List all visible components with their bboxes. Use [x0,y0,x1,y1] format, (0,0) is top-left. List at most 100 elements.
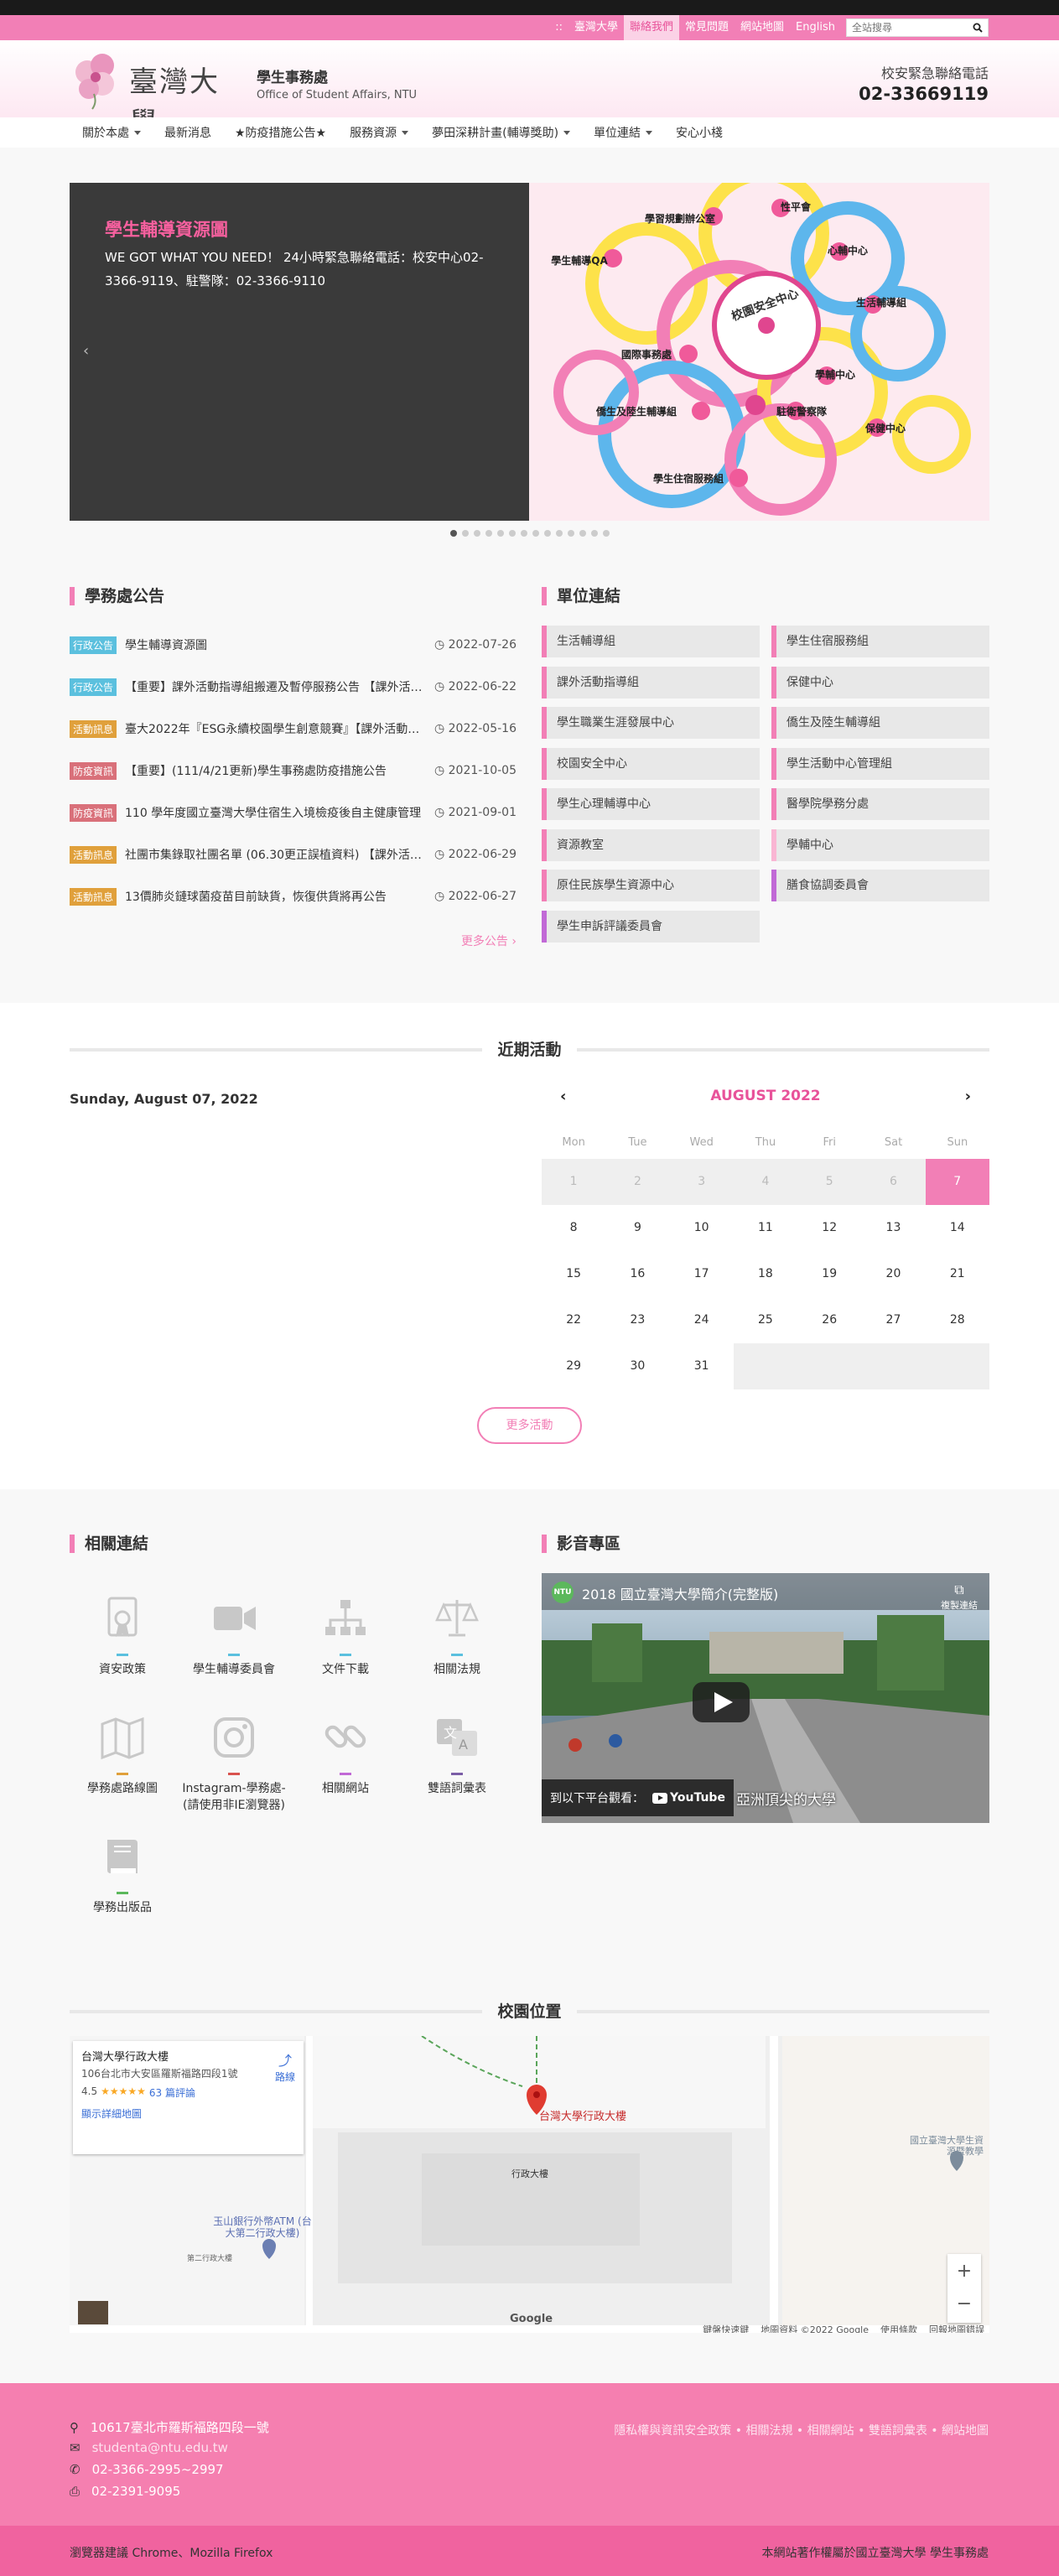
topbar-link-english[interactable]: English [790,15,841,40]
resource-node-label[interactable]: 學生輔導QA [551,254,608,267]
topbar-link-contact[interactable]: 聯絡我們 [624,15,680,40]
topbar-link-faq[interactable]: 常見問題 [679,15,735,40]
chevron-left-icon[interactable]: ‹ [83,342,89,360]
calendar-day[interactable]: 2 [605,1159,670,1205]
calendar-day[interactable]: 13 [861,1205,925,1251]
zoom-in-icon[interactable]: + [947,2254,981,2288]
calendar-day[interactable]: 19 [797,1251,861,1297]
directions-button[interactable]: ⤴ 路線 [275,2049,295,2084]
calendar-day[interactable]: 30 [605,1343,669,1389]
calendar-day[interactable]: 24 [670,1297,734,1343]
unit-link[interactable]: 原住民族學生資源中心 [542,870,760,901]
copy-link-button[interactable]: ⧉ 複製連結 [941,1581,978,1612]
announcement-title[interactable]: 【重要】(111/4/21更新)學生事務處防疫措施公告 [125,762,424,779]
nav-item-0[interactable]: 關於本處 [70,124,153,141]
resource-node-label[interactable]: 學習規劃辦公室 [645,212,715,225]
calendar-day[interactable]: 21 [926,1251,989,1297]
nav-item-1[interactable]: 最新消息 [153,124,223,141]
map-attribution-link[interactable]: 地圖資料 ©2022 Google [761,2323,869,2333]
carousel-dot[interactable] [508,530,516,537]
calendar-day[interactable]: 15 [542,1251,605,1297]
unit-link[interactable]: 資源教室 [542,828,760,861]
carousel-dot[interactable] [461,530,469,537]
related-link-item[interactable]: 學務出版品 [68,1831,177,1916]
calendar-day[interactable]: 8 [542,1205,605,1251]
calendar-day[interactable]: 25 [734,1297,797,1343]
footer-link[interactable]: 相關網站 [807,2424,854,2438]
calendar-day[interactable]: 12 [797,1205,861,1251]
announcement-row[interactable]: 活動訊息 臺大2022年『ESG永續校園學生創意競賽』【課外活動指導組】 ◷ 202… [70,708,517,750]
topbar-link-ntu[interactable]: 臺灣大學 [568,15,624,40]
calendar-day[interactable]: 9 [605,1205,669,1251]
emergency-number[interactable]: 02-33669119 [859,84,989,104]
unit-link[interactable]: 膳食協調委員會 [771,870,989,901]
calendar-day[interactable]: 6 [861,1159,926,1205]
unit-link[interactable]: 生活輔導組 [542,626,760,657]
carousel-dot[interactable] [496,530,504,537]
carousel-dot[interactable] [555,530,563,537]
bigger-map-link[interactable]: 顯示詳細地圖 [81,2106,295,2121]
unit-link[interactable]: 學生職業生涯發展中心 [542,707,760,739]
unit-link[interactable]: 學生心理輔導中心 [542,788,760,820]
calendar-day[interactable]: 11 [734,1205,797,1251]
more-announcements-link[interactable]: 更多公告 › [461,932,517,949]
announcement-row[interactable]: 防疫資訊 110 學年度國立臺灣大學住宿生入境檢疫後自主健康管理 ◷ 2021-09… [70,792,517,834]
zoom-out-icon[interactable]: − [947,2288,981,2323]
related-link-item[interactable]: 學務處路線圖 [68,1712,177,1797]
calendar-day[interactable]: 31 [670,1343,734,1389]
carousel-dot[interactable] [590,530,598,537]
banner-resource-map[interactable]: 校園安全中心 學習規劃辦公室 性平會 心輔中心 學生輔導QA 生活輔導組 國際事務處 學輔中… [529,183,989,521]
video-title[interactable]: 2018 國立臺灣大學簡介(完整版) [582,1583,778,1603]
reviews-link[interactable]: 63 篇評論 [149,2085,195,2100]
map-atm-label[interactable]: 玉山銀行外幣ATM (台大第二行政大樓) [212,2215,313,2239]
calendar-day[interactable]: 7 [925,1159,989,1205]
related-link-item[interactable]: 相關網站 [291,1712,400,1797]
more-events-button[interactable]: 更多活動 [477,1407,582,1444]
calendar-day[interactable]: 20 [861,1251,925,1297]
nav-item-4[interactable]: 夢田深耕計畫(輔導獎助) [420,124,582,141]
announcement-row[interactable]: 活動訊息 13價肺炎鏈球菌疫苗目前缺貨，恢復供貨將再公告 ◷ 2022-06-27 [70,875,517,917]
nav-item-5[interactable]: 單位連結 [582,124,664,141]
topbar-link-sitemap[interactable]: 網站地圖 [735,15,790,40]
search-icon[interactable] [973,23,983,33]
announcement-row[interactable]: 行政公告【重要】課外活動指導組搬遷及暫停服務公告 【課外活動指導組】◷ 2022… [70,666,517,708]
carousel-dot[interactable] [449,530,457,537]
calendar-day[interactable]: 10 [670,1205,734,1251]
calendar-next-icon[interactable]: › [965,1088,971,1105]
announcement-row[interactable]: 活動訊息社團市集錄取社團名單 (06.30更正誤植資料) 【課外活動指導組】◷ … [70,834,517,875]
calendar-day[interactable]: 14 [926,1205,989,1251]
resource-node-dot[interactable] [679,345,698,363]
search-input[interactable] [852,22,961,34]
footer-link[interactable]: 隱私權與資訊安全政策 [614,2424,731,2438]
announcement-title[interactable]: 13價肺炎鏈球菌疫苗目前缺貨，恢復供貨將再公告 [125,888,424,905]
carousel-dot[interactable] [473,530,480,537]
youtube-embed[interactable]: NTU 2018 國立臺灣大學簡介(完整版) ⧉ 複製連結 到以下平台觀看： Y… [542,1573,989,1823]
resource-node-label[interactable]: 生活輔導組 [856,296,906,309]
resource-node-label[interactable]: 性平會 [780,200,812,213]
calendar-day[interactable]: 18 [734,1251,797,1297]
nav-item-3[interactable]: 服務資源 [338,124,420,141]
ntu-logo[interactable]: 臺灣大學 [69,47,247,140]
calendar-day[interactable]: 3 [669,1159,734,1205]
nav-item-6[interactable]: 安心小棧 [664,124,735,141]
announcement-title[interactable]: 【重要】課外活動指導組搬遷及暫停服務公告 【課外活動指導組】 [125,678,424,695]
announcement-title[interactable]: 臺大2022年『ESG永續校園學生創意競賽』【課外活動指導組】 [125,720,424,737]
related-link-item[interactable]: 資安政策 [68,1593,177,1678]
announcement-title[interactable]: 110 學年度國立臺灣大學住宿生入境檢疫後自主健康管理 [125,804,424,821]
unit-link[interactable]: 醫學院學務分處 [771,788,989,820]
unit-link[interactable]: 學生申訴評議委員會 [542,910,760,943]
banner-title[interactable]: 學生輔導資源圖 [105,216,228,242]
resource-node-label[interactable]: 保健中心 [864,422,906,434]
resource-node-label[interactable]: 僑生及陸生輔導組 [595,405,677,418]
announcement-title[interactable]: 學生輔導資源圖 [125,636,424,653]
calendar-prev-icon[interactable]: ‹ [560,1088,566,1105]
resource-node-label[interactable]: 學生住宿服務組 [653,472,724,485]
announcement-title[interactable]: 社團市集錄取社團名單 (06.30更正誤植資料) 【課外活動指導組】 [125,846,424,863]
calendar-day[interactable]: 1 [542,1159,606,1205]
related-link-item[interactable]: 學生輔導委員會 [179,1593,288,1678]
calendar-day[interactable]: 29 [542,1343,605,1389]
unit-link[interactable]: 學生活動中心管理組 [771,747,989,780]
footer-link[interactable]: 相關法規 [745,2424,792,2438]
carousel-dot[interactable] [567,530,574,537]
map-marker-label[interactable]: 台灣大學行政大樓 [539,2107,626,2123]
